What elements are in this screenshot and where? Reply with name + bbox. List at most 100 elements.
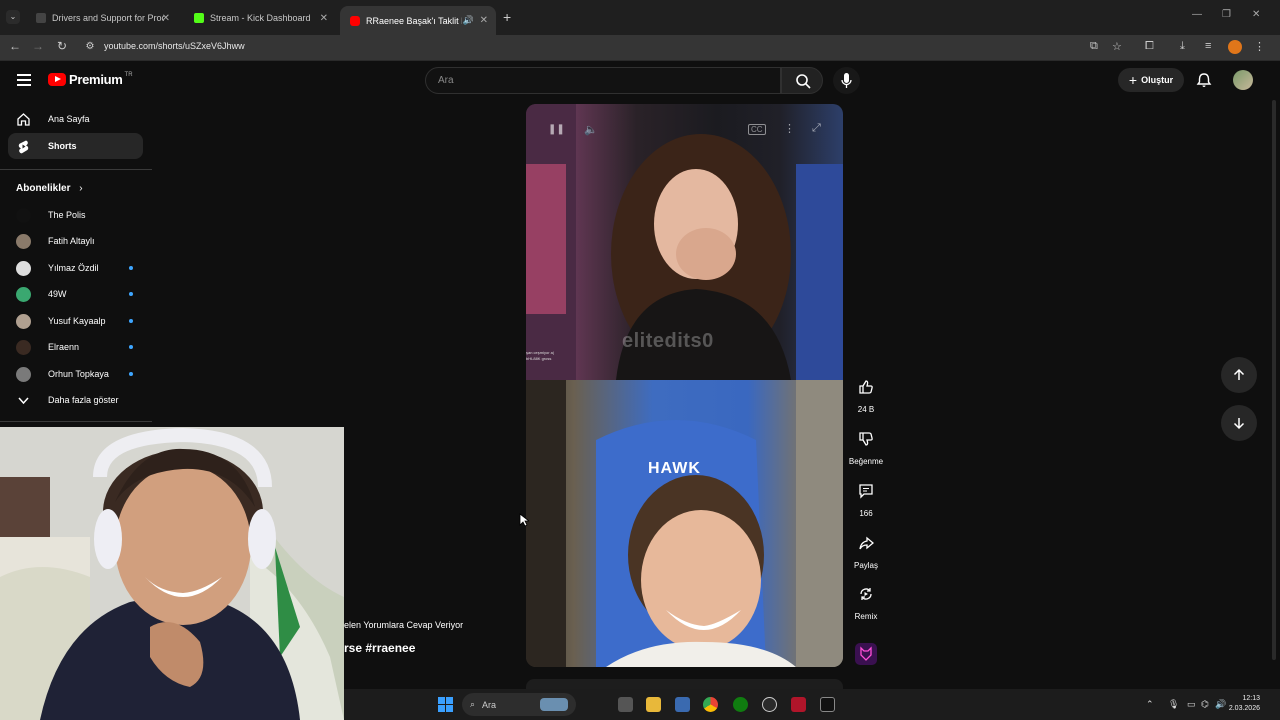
channel-avatar [16, 366, 31, 382]
next-short-button[interactable] [1221, 405, 1257, 441]
search-input[interactable]: Ara [425, 67, 781, 94]
share-icon [852, 529, 880, 557]
sidebar-item-shorts[interactable]: Shorts [8, 133, 143, 159]
extensions-icon[interactable]: ⧠ [1145, 40, 1154, 53]
speaker-icon[interactable]: 🔊 [463, 15, 474, 26]
sidebar-channel-elraenn[interactable]: Elraenn [8, 334, 143, 360]
xbox-icon[interactable] [733, 697, 748, 712]
sidebar-divider [0, 421, 152, 422]
sidebar-channel-yilmaz-ozdil[interactable]: Yılmaz Özdil [8, 255, 143, 281]
chrome-icon[interactable] [703, 697, 718, 712]
hamburger-menu-icon[interactable] [17, 74, 31, 89]
browser-tab-kick[interactable]: Stream - Kick Dashboard ✕ [184, 6, 336, 30]
captions-icon[interactable]: CC [748, 124, 766, 135]
like-count: 24 B [857, 405, 875, 414]
channel-avatar [16, 207, 31, 223]
volume-icon[interactable]: 🔈 [584, 123, 598, 136]
tab-search-dropdown[interactable]: ⌄ [6, 10, 20, 24]
back-icon[interactable]: ← [6, 39, 24, 53]
youtube-favicon-icon [350, 15, 360, 26]
microphone-tray-icon[interactable]: 🎙 [1168, 699, 1179, 710]
sidebar-channel-orhun-topkaya[interactable]: Orhun Topkaya [8, 361, 143, 387]
like-button[interactable]: 24 B [846, 373, 886, 414]
amd-software-icon[interactable] [791, 697, 806, 712]
install-app-icon[interactable]: ⧉ [1090, 40, 1098, 53]
share-label: Paylaş [853, 561, 878, 570]
page-scrollbar[interactable] [1272, 100, 1276, 660]
task-view-icon[interactable] [618, 697, 633, 712]
browser-menu-icon[interactable]: ⋮ [1254, 40, 1265, 53]
tab-close-icon[interactable]: ✕ [320, 13, 328, 24]
video-title-text[interactable]: elen Yorumlara Cevap Veriyor [344, 620, 463, 630]
video-hashtag-text[interactable]: rse #rraenee [344, 641, 415, 655]
microphone-icon [841, 73, 852, 88]
download-icon[interactable]: ⤓ [1180, 40, 1185, 53]
address-bar: ← → ↻ ⚙ youtube.com/shorts/uSZxeV6Jhww ⧉… [0, 35, 1280, 61]
browser-tab-drivers[interactable]: Drivers and Support for Proce... ✕ [26, 6, 178, 30]
channel-avatar-button[interactable] [855, 643, 877, 665]
url-field[interactable]: youtube.com/shorts/uSZxeV6Jhww [104, 41, 245, 51]
tab-close-icon[interactable]: ✕ [480, 15, 488, 26]
account-avatar[interactable] [1233, 70, 1253, 90]
tab-close-icon[interactable]: ✕ [162, 13, 170, 24]
channel-avatar [16, 260, 31, 276]
sidebar-item-home[interactable]: Ana Sayfa [8, 106, 143, 132]
reload-icon[interactable]: ↻ [53, 39, 71, 53]
previous-short-button[interactable] [1221, 357, 1257, 393]
create-button[interactable]: + Oluştur [1118, 68, 1184, 92]
next-short-preview[interactable] [526, 679, 843, 689]
volume-tray-icon[interactable]: 🔊 [1215, 699, 1226, 710]
subscriptions-heading[interactable]: Abonelikler › [16, 183, 83, 194]
store-icon[interactable] [675, 697, 690, 712]
channel-name: Yusuf Kayaalp [48, 316, 106, 326]
comments-button[interactable]: 166 [846, 477, 886, 518]
more-options-icon[interactable]: ⋮ [784, 122, 795, 135]
streamer-webcam-image [0, 427, 344, 720]
channel-name: Orhun Topkaya [48, 369, 109, 379]
minimize-icon[interactable]: — [1192, 9, 1202, 20]
video-bottom-frame: HAWK [526, 380, 843, 667]
taskbar-search[interactable]: ⌕ Ara [462, 693, 576, 716]
video-overlay-text: şan ceşmiyor a| bHL88K gross [526, 350, 554, 361]
remix-button[interactable]: Remix [846, 580, 886, 621]
new-content-dot [129, 319, 133, 323]
sidebar-channel-fatih-altayli[interactable]: Fatih Altaylı [8, 228, 143, 254]
show-hidden-icons-icon[interactable]: ⌃ [1146, 699, 1154, 710]
pause-icon[interactable]: ❚❚ [548, 124, 565, 135]
shorts-video-player[interactable]: ❚❚ 🔈 CC ⋮ ⤢ elitedits0 şan ceşmiyor a| b… [526, 104, 843, 667]
youtube-header: Premium TR Ara + Oluştur [0, 62, 1280, 100]
share-button[interactable]: Paylaş [846, 529, 886, 570]
youtube-premium-logo[interactable]: Premium TR [48, 72, 133, 87]
media-control-icon[interactable]: ≡ [1205, 40, 1211, 52]
new-tab-button[interactable]: + [503, 9, 511, 25]
search-highlight-icon [540, 698, 568, 711]
dislike-button[interactable]: Beğenme [846, 425, 886, 466]
browser-tab-youtube[interactable]: RRaenee Başak'ı Taklit Eden... 🔊 ✕ [340, 6, 496, 35]
taskbar-clock[interactable]: 12:13 2.03.2026 [1229, 694, 1260, 714]
capcut-icon[interactable] [820, 697, 835, 712]
sidebar-channel-yusuf-kayaalp[interactable]: Yusuf Kayaalp [8, 308, 143, 334]
close-window-icon[interactable]: ✕ [1252, 9, 1260, 20]
remix-label: Remix [854, 612, 878, 621]
show-more-button[interactable]: Daha fazla göster [8, 387, 143, 413]
search-button[interactable] [781, 67, 823, 94]
windows-start-icon[interactable] [438, 697, 453, 717]
file-explorer-icon[interactable] [646, 697, 661, 712]
notifications-bell-icon[interactable] [1196, 72, 1212, 93]
network-icon[interactable]: ⌬ [1201, 699, 1209, 710]
forward-icon[interactable]: → [29, 39, 47, 53]
sidebar-channel-49w[interactable]: 49W [8, 281, 143, 307]
voice-search-button[interactable] [833, 67, 860, 94]
bookmark-star-icon[interactable]: ☆ [1112, 40, 1122, 53]
wolf-logo-icon [860, 646, 872, 661]
new-content-dot [129, 372, 133, 376]
maximize-icon[interactable]: ❐ [1222, 9, 1231, 20]
obs-icon[interactable] [762, 697, 777, 712]
subscriptions-title: Abonelikler [16, 183, 71, 194]
profile-avatar[interactable] [1228, 40, 1242, 54]
display-tray-icon[interactable]: ▭ [1187, 699, 1196, 710]
sidebar-channel-the-polis[interactable]: The Polis [8, 202, 143, 228]
fullscreen-icon[interactable]: ⤢ [812, 122, 821, 135]
streamer-boy-image [526, 380, 843, 667]
site-info-icon[interactable]: ⚙ [81, 41, 99, 52]
